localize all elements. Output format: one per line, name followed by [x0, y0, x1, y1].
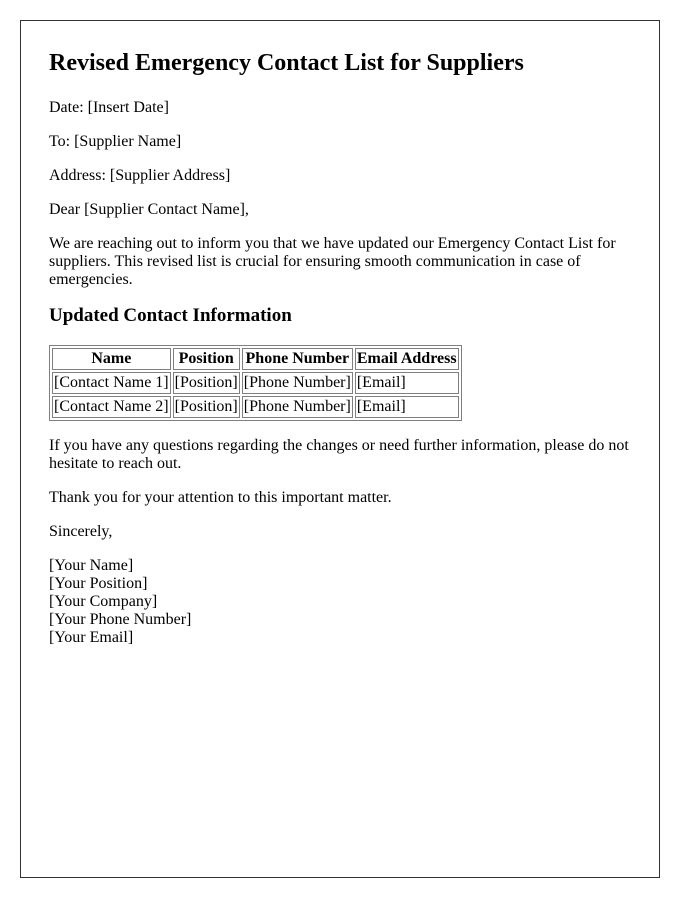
signature-position: [Your Position] — [49, 575, 148, 592]
table-row: [Contact Name 1] [Position] [Phone Numbe… — [52, 372, 459, 394]
intro-paragraph: We are reaching out to inform you that w… — [49, 235, 616, 288]
signature-company: [Your Company] — [49, 593, 158, 610]
address-line: Address: [Supplier Address] — [49, 167, 231, 184]
cell-email: [Email] — [354, 372, 459, 394]
signature-name: [Your Name] — [49, 557, 134, 574]
date-line: Date: [Insert Date] — [49, 99, 169, 116]
contact-table: Name Position Phone Number Email Address… — [49, 345, 462, 421]
cell-position: [Position] — [172, 396, 240, 418]
signature-phone: [Your Phone Number] — [49, 611, 192, 628]
cell-position: [Position] — [172, 372, 240, 394]
cell-name: [Contact Name 2] — [52, 396, 171, 418]
salutation: Dear [Supplier Contact Name], — [49, 201, 249, 218]
table-header-row: Name Position Phone Number Email Address — [52, 348, 459, 370]
column-header-position: Position — [172, 348, 240, 370]
column-header-phone: Phone Number — [241, 348, 353, 370]
table-row: [Contact Name 2] [Position] [Phone Numbe… — [52, 396, 459, 418]
column-header-name: Name — [52, 348, 171, 370]
closing: Sincerely, — [49, 523, 113, 540]
section-heading: Updated Contact Information — [49, 305, 292, 326]
cell-name: [Contact Name 1] — [52, 372, 171, 394]
column-header-email: Email Address — [354, 348, 459, 370]
questions-paragraph: If you have any questions regarding the … — [49, 437, 629, 472]
signature-block: [Your Name] [Your Position] [Your Compan… — [49, 557, 631, 647]
cell-email: [Email] — [354, 396, 459, 418]
cell-phone: [Phone Number] — [241, 372, 353, 394]
recipient-line: To: [Supplier Name] — [49, 133, 182, 150]
thanks-paragraph: Thank you for your attention to this imp… — [49, 489, 392, 506]
document-title: Revised Emergency Contact List for Suppl… — [49, 50, 524, 76]
letter-page: Revised Emergency Contact List for Suppl… — [20, 20, 660, 878]
signature-email: [Your Email] — [49, 629, 134, 646]
cell-phone: [Phone Number] — [241, 396, 353, 418]
